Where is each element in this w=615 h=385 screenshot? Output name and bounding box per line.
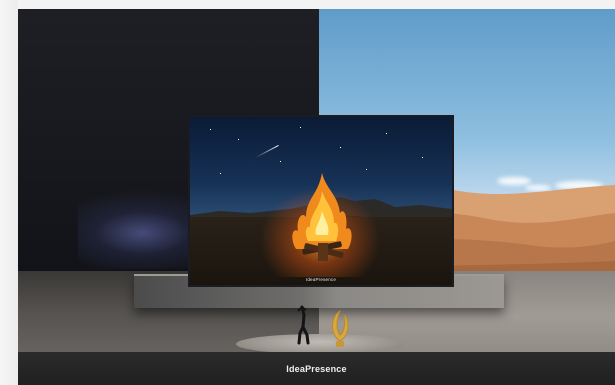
- star: [220, 173, 221, 174]
- star: [210, 129, 211, 130]
- page-margin: [0, 0, 18, 385]
- star: [366, 169, 367, 170]
- room-scene: IdeaPresence: [18, 9, 615, 385]
- star: [280, 161, 281, 162]
- television: IdeaPresence: [188, 115, 454, 287]
- star: [300, 127, 301, 128]
- star: [386, 133, 387, 134]
- crescent-sculpture-icon: [332, 309, 349, 347]
- star: [422, 157, 423, 158]
- decor-tray: [236, 334, 404, 354]
- tv-brand-label: IdeaPresence: [305, 277, 337, 282]
- caption-text: IdeaPresence: [286, 364, 347, 374]
- deer-figurine-icon: [297, 305, 310, 345]
- caption-bar: IdeaPresence: [18, 352, 615, 385]
- star: [340, 147, 341, 148]
- campfire-icon: [292, 173, 352, 261]
- star: [238, 139, 239, 140]
